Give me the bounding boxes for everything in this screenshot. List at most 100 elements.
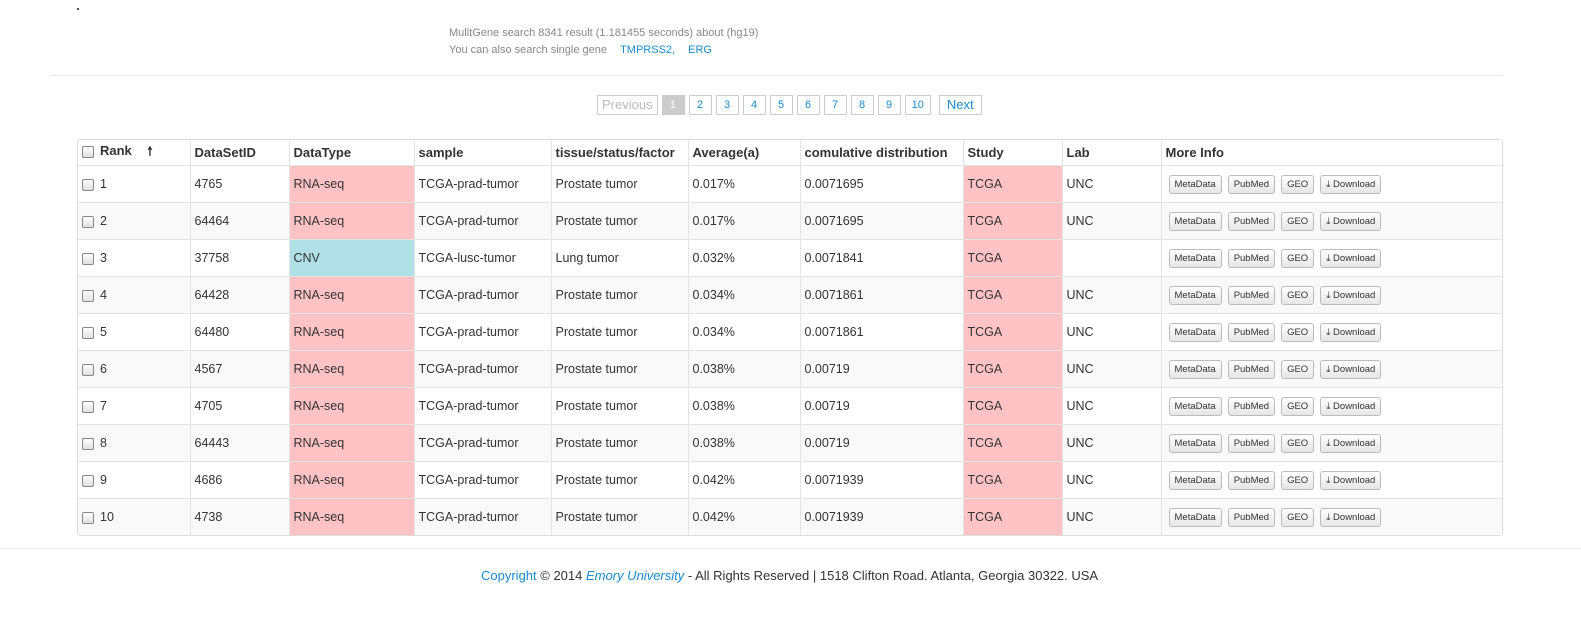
metadata-button[interactable]: MetaData — [1168, 507, 1222, 527]
cell-lab: UNC — [1062, 424, 1162, 462]
cell-more-info: MetaData PubMed GEO ⤓ Download — [1161, 424, 1502, 462]
row-checkbox[interactable] — [82, 289, 94, 302]
header-datatype[interactable]: DataType — [289, 140, 415, 166]
page-button-5[interactable]: 5 — [769, 95, 793, 115]
gene-link-tmprss2[interactable]: TMPRSS2, — [620, 44, 675, 56]
download-icon: ⤓ — [1326, 178, 1331, 190]
download-icon: ⤓ — [1326, 400, 1331, 412]
cell-more-info: MetaData PubMed GEO ⤓ Download — [1161, 239, 1502, 277]
university-link[interactable]: Emory University — [586, 568, 684, 583]
row-checkbox[interactable] — [82, 326, 94, 339]
cell-lab: UNC — [1062, 387, 1162, 425]
geo-button[interactable]: GEO — [1281, 433, 1315, 453]
pubmed-button[interactable]: PubMed — [1227, 507, 1276, 527]
cell-lab: UNC — [1062, 202, 1162, 240]
geo-button[interactable]: GEO — [1281, 285, 1315, 305]
copyright-link[interactable]: Copyright — [481, 568, 537, 583]
download-button[interactable]: ⤓ Download — [1320, 396, 1382, 416]
metadata-button[interactable]: MetaData — [1168, 174, 1222, 194]
metadata-button[interactable]: MetaData — [1168, 211, 1222, 231]
download-button[interactable]: ⤓ Download — [1320, 248, 1382, 268]
pubmed-button[interactable]: PubMed — [1227, 433, 1276, 453]
pubmed-button[interactable]: PubMed — [1227, 359, 1276, 379]
arrow-up-icon[interactable]: 🠕 — [147, 142, 152, 163]
metadata-button[interactable]: MetaData — [1168, 433, 1222, 453]
page-button-10[interactable]: 10 — [904, 95, 931, 115]
download-button[interactable]: ⤓ Download — [1320, 470, 1382, 490]
pubmed-button[interactable]: PubMed — [1227, 470, 1276, 490]
cell-lab: UNC — [1062, 461, 1162, 499]
table-row: 3 37758 CNV TCGA-lusc-tumor Lung tumor 0.032%… — [78, 239, 1502, 277]
cell-cumulative: 0.00719 — [800, 387, 964, 425]
single-gene-line: You can also search single gene TMPRSS2,… — [449, 42, 758, 59]
geo-button[interactable]: GEO — [1281, 507, 1315, 527]
row-checkbox[interactable] — [82, 363, 94, 376]
header-cumulative[interactable]: comulative distribution — [800, 140, 964, 166]
cell-dataset-id: 64464 — [190, 202, 290, 240]
page-button-4[interactable]: 4 — [742, 95, 766, 115]
metadata-button[interactable]: MetaData — [1168, 470, 1222, 490]
gene-link-erg[interactable]: ERG — [688, 44, 712, 56]
header-sample[interactable]: sample — [414, 140, 552, 166]
geo-button[interactable]: GEO — [1281, 322, 1315, 342]
pubmed-button[interactable]: PubMed — [1227, 174, 1276, 194]
cell-dataset-id: 37758 — [190, 239, 290, 277]
table-row: 2 64464 RNA-seq TCGA-prad-tumor Prostate tum… — [78, 202, 1502, 240]
header-study[interactable]: Study — [963, 140, 1063, 166]
pubmed-button[interactable]: PubMed — [1227, 248, 1276, 268]
geo-button[interactable]: GEO — [1281, 359, 1315, 379]
cell-more-info: MetaData PubMed GEO ⤓ Download — [1161, 202, 1502, 240]
pubmed-button[interactable]: PubMed — [1227, 211, 1276, 231]
download-button[interactable]: ⤓ Download — [1320, 507, 1382, 527]
download-button[interactable]: ⤓ Download — [1320, 174, 1382, 194]
download-button[interactable]: ⤓ Download — [1320, 359, 1382, 379]
download-button[interactable]: ⤓ Download — [1320, 211, 1382, 231]
footer-address: - All Rights Reserved | 1518 Clifton Roa… — [687, 568, 1099, 583]
header-average[interactable]: Average(a) — [688, 140, 801, 166]
page-button-3[interactable]: 3 — [715, 95, 739, 115]
page-button-7[interactable]: 7 — [823, 95, 847, 115]
cell-more-info: MetaData PubMed GEO ⤓ Download — [1161, 313, 1502, 351]
pubmed-button[interactable]: PubMed — [1227, 322, 1276, 342]
download-button[interactable]: ⤓ Download — [1320, 285, 1382, 305]
cell-study: TCGA — [963, 239, 1063, 277]
download-button[interactable]: ⤓ Download — [1320, 433, 1382, 453]
row-checkbox[interactable] — [82, 252, 94, 265]
header-dataset-id[interactable]: DataSetID — [190, 140, 290, 166]
pubmed-button[interactable]: PubMed — [1227, 285, 1276, 305]
cell-datatype: RNA-seq — [289, 350, 415, 388]
page-button-2[interactable]: 2 — [688, 95, 712, 115]
row-checkbox[interactable] — [82, 178, 94, 191]
metadata-button[interactable]: MetaData — [1168, 359, 1222, 379]
metadata-button[interactable]: MetaData — [1168, 285, 1222, 305]
page-button-6[interactable]: 6 — [796, 95, 820, 115]
header-rank[interactable]: Rank 🠕 — [78, 140, 191, 166]
geo-button[interactable]: GEO — [1281, 174, 1315, 194]
table-row: 5 64480 RNA-seq TCGA-prad-tumor Prostate tum… — [78, 313, 1502, 351]
row-checkbox[interactable] — [82, 215, 94, 228]
geo-button[interactable]: GEO — [1281, 211, 1315, 231]
geo-button[interactable]: GEO — [1281, 470, 1315, 490]
geo-button[interactable]: GEO — [1281, 248, 1315, 268]
metadata-button[interactable]: MetaData — [1168, 248, 1222, 268]
row-checkbox[interactable] — [82, 400, 94, 413]
row-checkbox[interactable] — [82, 437, 94, 450]
metadata-button[interactable]: MetaData — [1168, 322, 1222, 342]
metadata-button[interactable]: MetaData — [1168, 396, 1222, 416]
next-page-button[interactable]: Next — [938, 95, 982, 115]
pubmed-button[interactable]: PubMed — [1227, 396, 1276, 416]
cell-sample: TCGA-prad-tumor — [414, 424, 552, 462]
rank-value: 6 — [100, 362, 107, 376]
page-button-1[interactable]: 1 — [661, 95, 685, 115]
row-checkbox[interactable] — [82, 474, 94, 487]
row-checkbox[interactable] — [82, 511, 94, 524]
header-tissue[interactable]: tissue/status/factor — [551, 140, 689, 166]
download-button[interactable]: ⤓ Download — [1320, 322, 1382, 342]
previous-page-button[interactable]: Previous — [597, 95, 658, 115]
select-all-checkbox[interactable] — [82, 145, 94, 158]
header-lab[interactable]: Lab — [1062, 140, 1162, 166]
rank-value: 8 — [100, 436, 107, 450]
page-button-9[interactable]: 9 — [877, 95, 901, 115]
page-button-8[interactable]: 8 — [850, 95, 874, 115]
geo-button[interactable]: GEO — [1281, 396, 1315, 416]
